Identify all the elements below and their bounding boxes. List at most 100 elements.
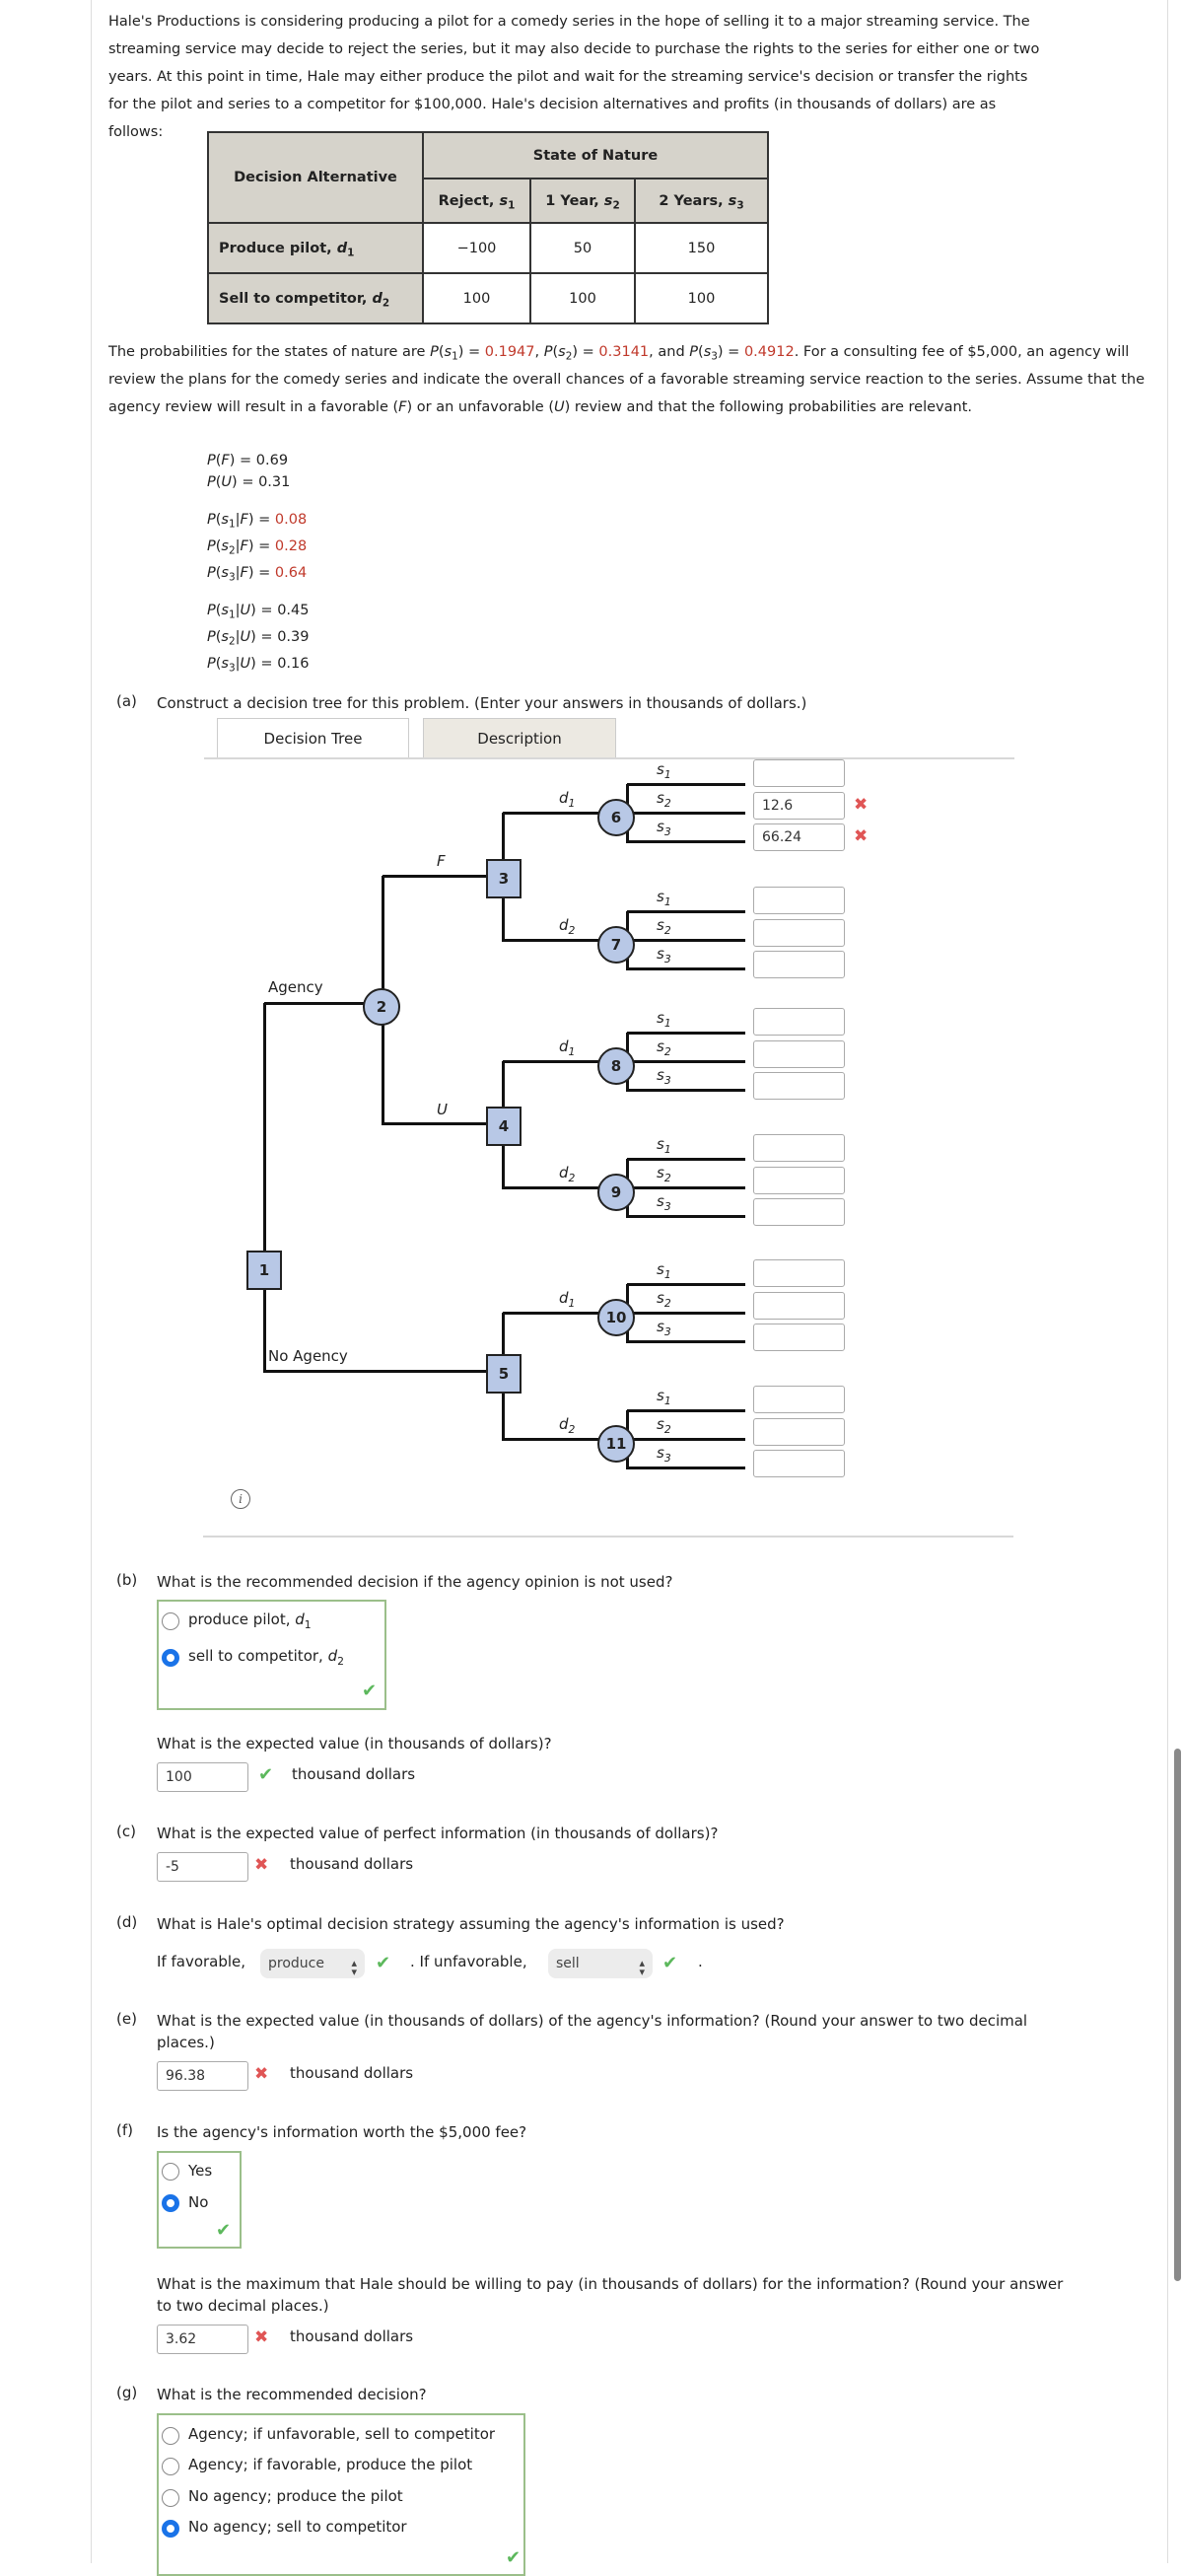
option-label[interactable]: No agency; sell to competitor bbox=[188, 2518, 407, 2536]
decision-branch-label: d1 bbox=[559, 1289, 576, 1310]
tree-branch-line bbox=[627, 1186, 745, 1189]
intro-line: Hale's Productions is considering produc… bbox=[108, 14, 1030, 30]
unfavorable-decision-select[interactable]: sell ▴ ▾ bbox=[548, 1949, 653, 1978]
tree-branch-line bbox=[627, 1409, 745, 1412]
prob-s1-given-F: P(s1|F) = 0.08 bbox=[207, 512, 308, 531]
part-f-options: Yes No ✔ bbox=[157, 2151, 242, 2249]
payoff-input[interactable] bbox=[753, 1417, 845, 1446]
info-icon[interactable]: i bbox=[231, 1489, 250, 1509]
part-c-question: What is the expected value of perfect in… bbox=[157, 1825, 719, 1842]
table-row: Sell to competitor, d2 100 100 100 bbox=[207, 272, 769, 324]
chevron-up-down-icon: ▾ bbox=[639, 1966, 645, 1978]
payoff-input[interactable]: 12.6 bbox=[753, 791, 845, 820]
radio-no-agency-sell[interactable] bbox=[162, 2520, 179, 2538]
payoff-input[interactable]: 66.24 bbox=[753, 823, 845, 851]
payoff-input[interactable] bbox=[753, 1259, 845, 1287]
tab-description[interactable]: Description bbox=[423, 718, 616, 757]
state-branch-label: s3 bbox=[657, 1318, 671, 1338]
part-d-label: (d) bbox=[116, 1913, 138, 1931]
tab-decision-tree[interactable]: Decision Tree bbox=[217, 718, 409, 757]
column-header: 1 Year, s2 bbox=[529, 178, 636, 224]
scrollbar-thumb[interactable] bbox=[1174, 1749, 1181, 2281]
radio-sell-to-competitor[interactable] bbox=[162, 1649, 179, 1667]
decision-branch-label: d2 bbox=[559, 1415, 576, 1436]
option-no-label[interactable]: No bbox=[188, 2193, 208, 2211]
tree-branch-line bbox=[627, 1312, 745, 1315]
payoff-input[interactable] bbox=[753, 951, 845, 978]
prob-s3: 0.4912 bbox=[743, 344, 795, 360]
payoff-table: Decision Alternative State of Nature Rej… bbox=[207, 131, 769, 324]
part-f-max-pay-input[interactable]: 3.62 bbox=[157, 2325, 248, 2354]
option-produce-pilot-label[interactable]: produce pilot, d1 bbox=[188, 1610, 312, 1630]
payoff-input[interactable] bbox=[753, 1072, 845, 1100]
state-branch-label: s1 bbox=[657, 1135, 671, 1156]
radio-produce-pilot[interactable] bbox=[162, 1612, 179, 1630]
tree-branch-line bbox=[627, 1060, 745, 1063]
part-b-ev-question: What is the expected value (in thousands… bbox=[157, 1735, 552, 1753]
table-cell: 100 bbox=[529, 272, 636, 324]
row-header: Sell to competitor, d2 bbox=[207, 272, 424, 324]
payoff-input[interactable] bbox=[753, 1039, 845, 1068]
option-label[interactable]: Agency; if unfavorable, sell to competit… bbox=[188, 2425, 495, 2443]
state-branch-label: s1 bbox=[657, 1260, 671, 1281]
part-f-label: (f) bbox=[116, 2121, 133, 2139]
payoff-input[interactable] bbox=[753, 1291, 845, 1320]
payoff-input[interactable] bbox=[753, 887, 845, 914]
payoff-input[interactable] bbox=[753, 759, 845, 787]
state-branch-label: s1 bbox=[657, 760, 671, 781]
if-unfavorable-label: . If unfavorable, bbox=[410, 1953, 527, 1970]
tree-branch-line bbox=[627, 1215, 745, 1218]
x-icon: ✖ bbox=[254, 1855, 269, 1875]
radio-no-agency-produce[interactable] bbox=[162, 2489, 179, 2507]
state-branch-label: s1 bbox=[657, 1387, 671, 1407]
part-e-question: What is the expected value (in thousands… bbox=[157, 2012, 1028, 2051]
tree-branch-line bbox=[627, 840, 745, 843]
option-sell-to-competitor-label[interactable]: sell to competitor, d2 bbox=[188, 1647, 344, 1667]
table-cell: 150 bbox=[634, 222, 769, 274]
payoff-input[interactable] bbox=[753, 1198, 845, 1226]
check-icon: ✔ bbox=[216, 2220, 232, 2241]
payoff-input[interactable] bbox=[753, 1450, 845, 1477]
tree-branch-line bbox=[627, 1032, 745, 1035]
part-f-question: Is the agency's information worth the $5… bbox=[157, 2123, 527, 2141]
favorable-decision-select[interactable]: produce ▴ ▾ bbox=[260, 1949, 365, 1978]
part-b-ev-input[interactable]: 100 bbox=[157, 1762, 248, 1792]
prob-s3-given-F: P(s3|F) = 0.64 bbox=[207, 565, 308, 584]
chance-node: 7 bbox=[597, 926, 635, 964]
payoff-input[interactable] bbox=[753, 1324, 845, 1351]
payoff-input[interactable] bbox=[753, 918, 845, 947]
payoff-input[interactable] bbox=[753, 1008, 845, 1036]
part-e-label: (e) bbox=[116, 2010, 137, 2028]
option-yes-label[interactable]: Yes bbox=[188, 2162, 212, 2180]
check-icon: ✔ bbox=[662, 1953, 678, 1973]
branch-label-favorable: F bbox=[437, 852, 446, 870]
branch-label-unfavorable: U bbox=[437, 1101, 448, 1118]
radio-agency-favorable-produce[interactable] bbox=[162, 2458, 179, 2475]
chance-node: 10 bbox=[597, 1299, 635, 1336]
option-label[interactable]: Agency; if favorable, produce the pilot bbox=[188, 2456, 472, 2473]
decision-branch-label: d2 bbox=[559, 1164, 576, 1184]
state-branch-label: s2 bbox=[657, 1164, 671, 1184]
radio-agency-unfavorable-sell[interactable] bbox=[162, 2427, 179, 2445]
payoff-input[interactable] bbox=[753, 1134, 845, 1162]
option-label[interactable]: No agency; produce the pilot bbox=[188, 2487, 403, 2505]
table-cell: 100 bbox=[634, 272, 769, 324]
tree-branch-line bbox=[627, 812, 745, 815]
payoff-input[interactable] bbox=[753, 1386, 845, 1413]
check-icon: ✔ bbox=[258, 1764, 274, 1785]
table-cell: 50 bbox=[529, 222, 636, 274]
decision-node: 1 bbox=[246, 1251, 282, 1290]
state-branch-label: s3 bbox=[657, 818, 671, 838]
decision-branch-label: d1 bbox=[559, 789, 576, 810]
part-d-question: What is Hale's optimal decision strategy… bbox=[157, 1915, 785, 1933]
unit-label: thousand dollars bbox=[292, 1765, 416, 1783]
state-branch-label: s3 bbox=[657, 1192, 671, 1213]
payoff-input[interactable] bbox=[753, 1166, 845, 1194]
part-e-ev-agency-input[interactable]: 96.38 bbox=[157, 2061, 248, 2091]
part-c-evpi-input[interactable]: -5 bbox=[157, 1852, 248, 1882]
tree-branch-line bbox=[627, 1158, 745, 1161]
x-icon: ✖ bbox=[254, 2064, 269, 2084]
state-branch-label: s3 bbox=[657, 1444, 671, 1465]
radio-no[interactable] bbox=[162, 2194, 179, 2212]
radio-yes[interactable] bbox=[162, 2163, 179, 2181]
